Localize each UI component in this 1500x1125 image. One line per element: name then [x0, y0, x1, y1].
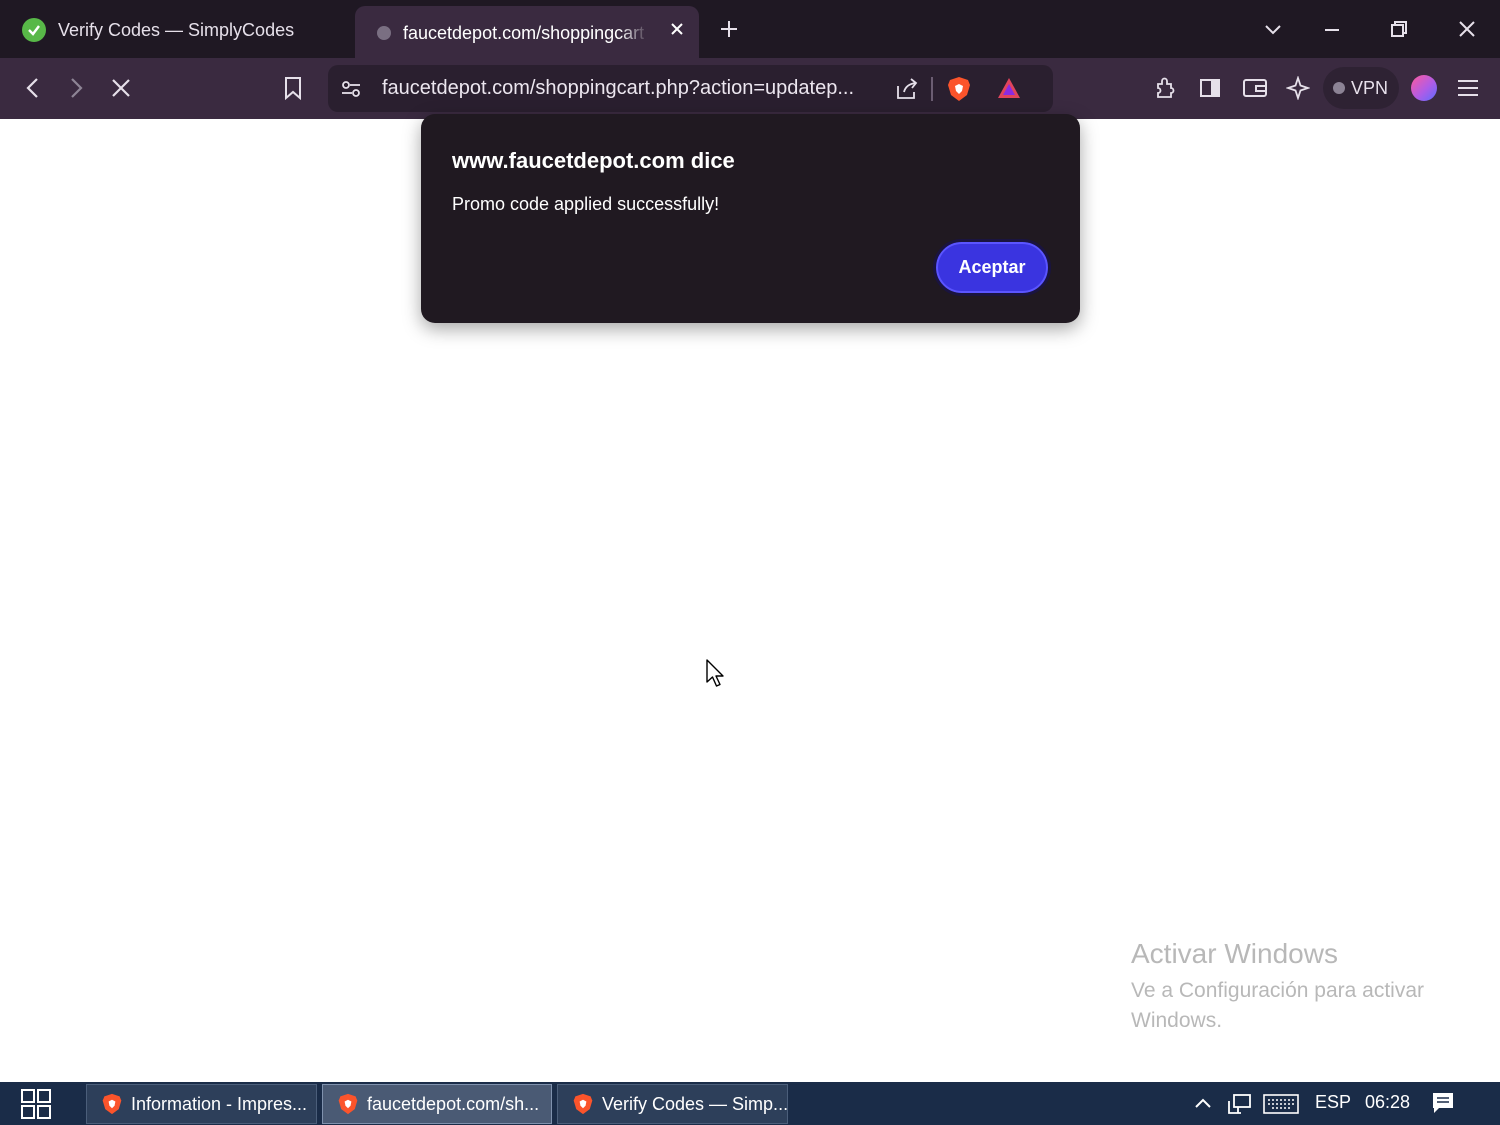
- vpn-status-dot: [1333, 82, 1345, 94]
- alert-dialog: www.faucetdepot.com dice Promo code appl…: [421, 114, 1080, 323]
- url-text: faucetdepot.com/shoppingcart.php?action=…: [382, 77, 855, 99]
- tab-search-chevron-icon[interactable]: [1262, 18, 1284, 40]
- leo-ai-icon[interactable]: [1286, 76, 1310, 100]
- site-settings-icon[interactable]: [340, 78, 362, 100]
- wallet-icon[interactable]: [1242, 76, 1268, 100]
- vpn-label: VPN: [1351, 77, 1389, 98]
- task-view-grid-icon[interactable]: [20, 1088, 52, 1120]
- brave-browser-icon: [337, 1092, 359, 1116]
- new-tab-plus-icon[interactable]: [718, 18, 740, 40]
- taskbar-item-information[interactable]: Information - Impres...: [86, 1084, 317, 1124]
- brave-browser-icon: [101, 1092, 123, 1116]
- network-icon[interactable]: [1227, 1093, 1253, 1115]
- windows-activation-watermark: Activar Windows Ve a Configuración para …: [1131, 938, 1451, 1036]
- tab-verify-codes[interactable]: Verify Codes — SimplyCodes: [10, 6, 345, 54]
- tab-title: Verify Codes — SimplyCodes: [58, 19, 295, 40]
- clock-time[interactable]: 06:28: [1365, 1092, 1410, 1113]
- taskbar-item-verify-codes[interactable]: Verify Codes — Simp...: [557, 1084, 788, 1124]
- keyboard-icon[interactable]: [1263, 1093, 1299, 1115]
- taskbar: Information - Impres... faucetdepot.com/…: [0, 1082, 1500, 1125]
- taskbar-item-label: Verify Codes — Simp...: [602, 1093, 789, 1114]
- menu-hamburger-icon[interactable]: [1456, 76, 1480, 100]
- taskbar-item-faucetdepot[interactable]: faucetdepot.com/sh...: [322, 1084, 552, 1124]
- minimize-icon[interactable]: [1321, 18, 1343, 40]
- brave-browser-icon: [572, 1092, 594, 1116]
- taskbar-item-label: faucetdepot.com/sh...: [367, 1093, 540, 1114]
- watermark-title: Activar Windows: [1131, 938, 1338, 969]
- close-tab-icon[interactable]: [669, 21, 685, 37]
- tab-faucetdepot[interactable]: faucetdepot.com/shoppingcart: [355, 6, 699, 60]
- address-bar[interactable]: faucetdepot.com/shoppingcart.php?action=…: [328, 65, 1053, 112]
- accept-button[interactable]: Aceptar: [933, 239, 1051, 296]
- input-language[interactable]: ESP: [1315, 1092, 1351, 1113]
- brave-rewards-icon[interactable]: [996, 76, 1022, 100]
- tab-strip: Verify Codes — SimplyCodes faucetdepot.c…: [0, 0, 1500, 60]
- tray-overflow-chevron-icon[interactable]: [1193, 1094, 1213, 1114]
- divider: [931, 77, 933, 101]
- simplycodes-favicon-icon: [22, 18, 46, 42]
- dialog-message: Promo code applied successfully!: [452, 194, 720, 214]
- loading-globe-icon: [377, 26, 391, 40]
- brave-shields-icon[interactable]: [946, 75, 972, 103]
- share-icon[interactable]: [894, 76, 920, 102]
- mouse-pointer-icon: [706, 659, 726, 689]
- vpn-button[interactable]: VPN: [1323, 67, 1399, 109]
- extensions-icon[interactable]: [1153, 76, 1177, 100]
- profile-avatar[interactable]: [1411, 75, 1437, 101]
- close-window-icon[interactable]: [1456, 18, 1478, 40]
- bookmark-icon[interactable]: [282, 76, 304, 100]
- watermark-subtitle: Ve a Configuración para activar Windows.: [1131, 979, 1425, 1032]
- restore-icon[interactable]: [1388, 18, 1410, 40]
- forward-icon[interactable]: [65, 76, 87, 100]
- dialog-title: www.faucetdepot.com dice: [452, 148, 735, 173]
- notifications-icon[interactable]: [1431, 1091, 1455, 1115]
- stop-loading-icon[interactable]: [109, 76, 133, 100]
- back-icon[interactable]: [22, 76, 44, 100]
- tab-title: faucetdepot.com/shoppingcart: [403, 22, 645, 43]
- taskbar-item-label: Information - Impres...: [131, 1093, 308, 1114]
- sidebar-icon[interactable]: [1198, 76, 1222, 100]
